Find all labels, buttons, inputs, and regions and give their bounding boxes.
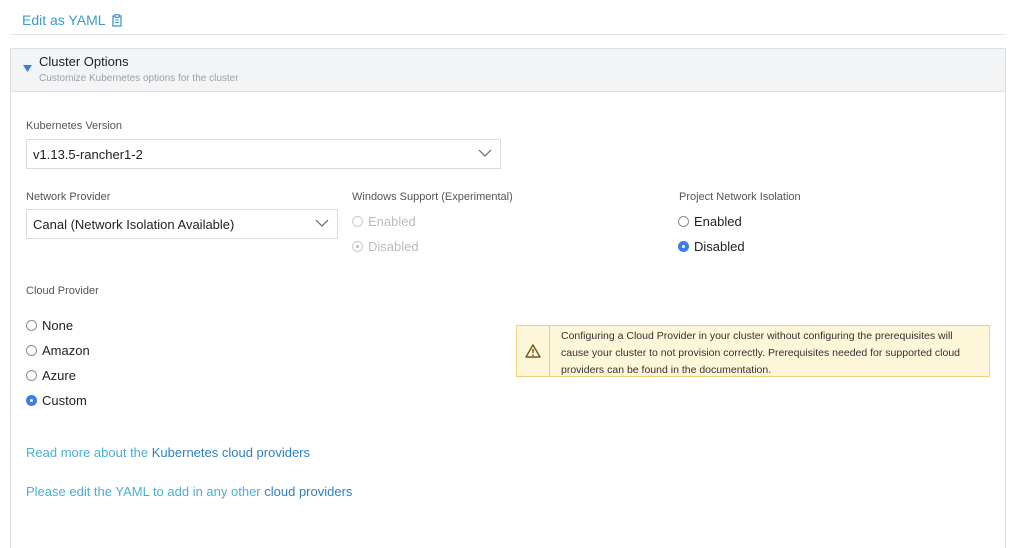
kubernetes-version-label: Kubernetes Version — [26, 120, 123, 132]
cluster-options-panel: Cluster Options Customize Kubernetes opt… — [10, 48, 1006, 548]
radio-circle — [678, 216, 689, 227]
kubernetes-version-value: v1.13.5-rancher1-2 — [33, 146, 143, 162]
warning-icon — [525, 344, 541, 358]
divider — [10, 34, 1006, 35]
chevron-down-icon — [315, 219, 329, 227]
info-text: Read more about the — [26, 445, 152, 460]
radio-label: None — [42, 318, 74, 333]
cloud-provider-custom-radio[interactable]: Custom — [26, 393, 87, 408]
radio-label: Azure — [42, 368, 76, 383]
radio-label: Custom — [42, 393, 87, 408]
warning-icon-box — [517, 326, 550, 376]
network-provider-value: Canal (Network Isolation Available) — [33, 216, 235, 232]
edit-yaml-info: Please edit the YAML to add in any other… — [26, 484, 352, 499]
radio-label: Amazon — [42, 343, 90, 358]
windows-support-enabled-radio[interactable]: Enabled — [352, 214, 416, 229]
radio-circle — [352, 216, 363, 227]
project-network-isolation-label: Project Network Isolation — [679, 191, 801, 203]
radio-circle — [352, 241, 363, 252]
network-provider-select[interactable]: Canal (Network Isolation Available) — [26, 209, 338, 239]
chevron-down-icon — [478, 149, 492, 157]
cloud-provider-azure-radio[interactable]: Azure — [26, 368, 76, 383]
windows-support-label: Windows Support (Experimental) — [352, 191, 513, 203]
cloud-provider-none-radio[interactable]: None — [26, 318, 73, 333]
info-text: Please edit the YAML to add in any other — [26, 484, 265, 499]
cluster-options-header[interactable]: Cluster Options Customize Kubernetes opt… — [11, 49, 1005, 92]
cloud-providers-link[interactable]: cloud providers — [264, 484, 352, 499]
radio-circle — [26, 345, 37, 356]
panel-title: Cluster Options — [39, 54, 129, 69]
panel-subtitle: Customize Kubernetes options for the clu… — [39, 73, 239, 84]
cloud-providers-info: Read more about the Kubernetes cloud pro… — [26, 445, 310, 460]
cloud-provider-warning-banner: Configuring a Cloud Provider in your clu… — [516, 325, 990, 377]
warning-text: Configuring a Cloud Provider in your clu… — [561, 330, 961, 376]
radio-label: Disabled — [368, 239, 419, 254]
radio-label: Enabled — [368, 214, 416, 229]
cloud-provider-label: Cloud Provider — [26, 285, 99, 297]
clipboard-icon — [111, 13, 122, 27]
radio-label: Enabled — [694, 214, 742, 229]
network-provider-label: Network Provider — [26, 191, 111, 203]
radio-circle — [678, 241, 689, 252]
pni-disabled-radio[interactable]: Disabled — [678, 239, 745, 254]
caret-down-icon — [23, 65, 32, 72]
radio-circle — [26, 320, 37, 331]
radio-circle — [26, 395, 37, 406]
radio-circle — [26, 370, 37, 381]
pni-enabled-radio[interactable]: Enabled — [678, 214, 742, 229]
edit-as-yaml-link[interactable]: Edit as YAML — [22, 11, 123, 29]
kubernetes-cloud-providers-link[interactable]: Kubernetes cloud providers — [152, 445, 310, 460]
windows-support-disabled-radio[interactable]: Disabled — [352, 239, 419, 254]
cloud-provider-amazon-radio[interactable]: Amazon — [26, 343, 90, 358]
edit-as-yaml-label: Edit as YAML — [22, 12, 106, 28]
radio-label: Disabled — [694, 239, 745, 254]
kubernetes-version-select[interactable]: v1.13.5-rancher1-2 — [26, 139, 501, 169]
